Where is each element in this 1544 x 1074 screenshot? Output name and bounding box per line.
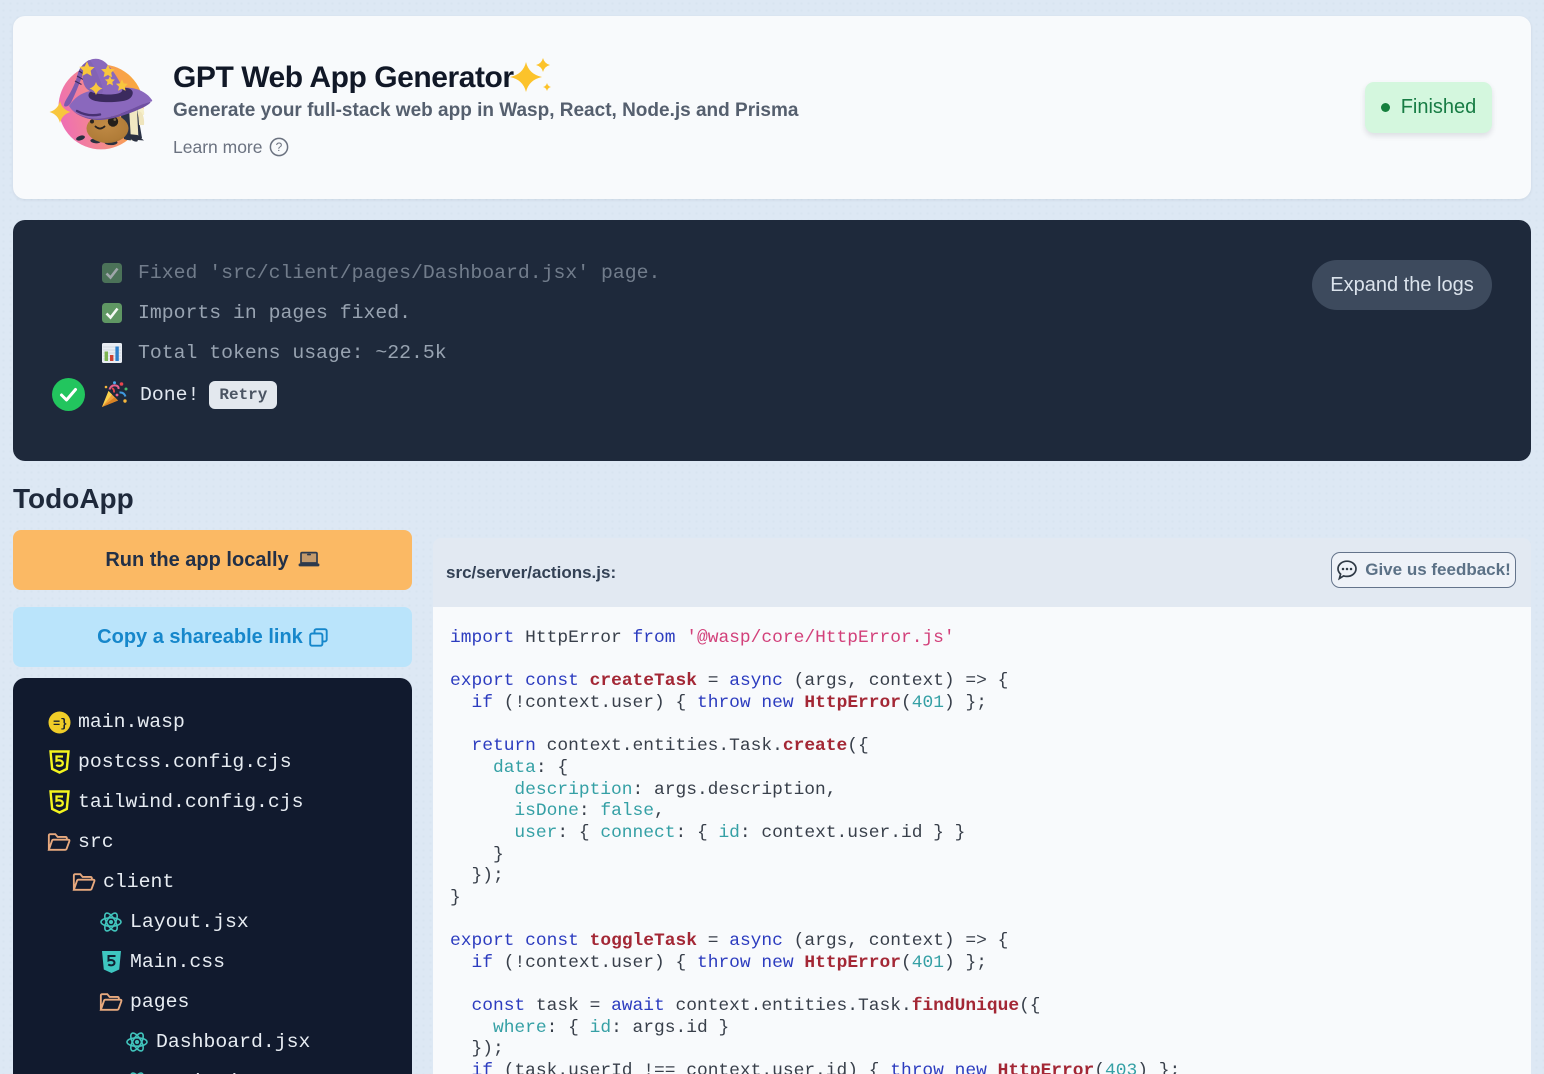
svg-text:?: ? xyxy=(275,140,282,154)
svg-text:=}: =} xyxy=(53,717,67,731)
